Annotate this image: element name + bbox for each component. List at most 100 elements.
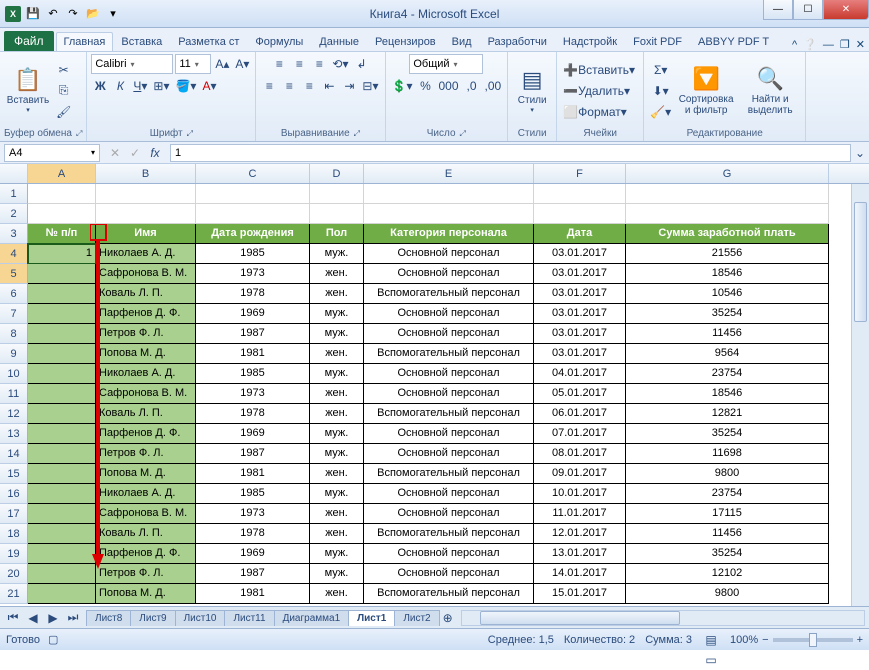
new-sheet-icon[interactable]: ⊕ [439,608,457,628]
align-center-icon[interactable]: ≡ [280,76,298,96]
sort-filter-button[interactable]: 🔽Сортировка и фильтр [675,58,737,124]
inc-indent-icon[interactable]: ⇥ [340,76,358,96]
cell[interactable] [310,184,364,204]
last-sheet-icon[interactable]: ⏭ [64,608,82,628]
row-header[interactable]: 10 [0,364,28,384]
prev-sheet-icon[interactable]: ◀ [24,608,42,628]
delete-cells-button[interactable]: ➖ Удалить ▾ [561,81,639,101]
col-header-F[interactable]: F [534,164,626,183]
row-header[interactable]: 3 [0,224,28,244]
row-header[interactable]: 12 [0,404,28,424]
cell[interactable]: Парфенов Д. Ф. [96,544,196,564]
row-header[interactable]: 11 [0,384,28,404]
cell[interactable]: жен. [310,464,364,484]
cell[interactable]: Основной персонал [364,364,534,384]
cell[interactable] [96,184,196,204]
tab-home[interactable]: Главная [56,32,114,51]
insert-cells-button[interactable]: ➕ Вставить ▾ [561,60,639,80]
fx-icon[interactable]: fx [146,143,164,163]
file-tab[interactable]: Файл [4,31,54,51]
cell[interactable]: Основной персонал [364,384,534,404]
currency-icon[interactable]: 💲▾ [390,76,415,96]
mdi-close-icon[interactable]: ✕ [856,38,865,51]
cell[interactable]: 08.01.2017 [534,444,626,464]
inc-decimal-icon[interactable]: ,0 [463,76,481,96]
macro-record-icon[interactable]: ▢ [48,633,58,646]
dialog-launcher-icon[interactable]: ⤢ [187,129,193,139]
cell[interactable]: 09.01.2017 [534,464,626,484]
cell[interactable]: Петров Ф. Л. [96,564,196,584]
cell[interactable]: 03.01.2017 [534,264,626,284]
cell[interactable]: муж. [310,544,364,564]
formula-bar[interactable]: 1 [170,144,851,162]
cell[interactable]: 1987 [196,444,310,464]
dialog-launcher-icon[interactable]: ⤢ [354,129,360,139]
align-bottom-icon[interactable]: ≡ [310,54,328,74]
cell[interactable]: Вспомогательный персонал [364,524,534,544]
cell[interactable]: 17115 [626,504,829,524]
cell[interactable]: Коваль Л. П. [96,284,196,304]
first-sheet-icon[interactable]: ⏮ [4,608,22,628]
cell[interactable]: 03.01.2017 [534,324,626,344]
cell[interactable]: Основной персонал [364,484,534,504]
cell[interactable]: муж. [310,564,364,584]
paste-button[interactable]: 📋Вставить▾ [4,58,52,124]
cell[interactable]: Николаев А. Д. [96,484,196,504]
row-header[interactable]: 17 [0,504,28,524]
autosum-icon[interactable]: Σ▾ [648,60,673,80]
cell[interactable]: 11698 [626,444,829,464]
cell[interactable]: жен. [310,584,364,604]
merge-icon[interactable]: ⊟▾ [360,76,380,96]
cell[interactable]: 1969 [196,304,310,324]
align-right-icon[interactable]: ≡ [300,76,318,96]
cell[interactable]: 12821 [626,404,829,424]
cell[interactable]: Основной персонал [364,304,534,324]
undo-icon[interactable]: ↶ [44,5,62,23]
cell[interactable]: Дата [534,224,626,244]
cell[interactable]: № п/п [28,224,96,244]
row-header[interactable]: 15 [0,464,28,484]
cell[interactable]: Парфенов Д. Ф. [96,304,196,324]
cell[interactable]: муж. [310,244,364,264]
comma-icon[interactable]: 000 [436,76,460,96]
grow-font-icon[interactable]: A▴ [213,54,231,74]
cell[interactable]: 1969 [196,424,310,444]
cell[interactable]: 1978 [196,524,310,544]
cut-icon[interactable]: ✂ [54,60,73,80]
cell[interactable]: Основной персонал [364,264,534,284]
cell[interactable]: 1981 [196,344,310,364]
border-icon[interactable]: ⊞▾ [151,76,171,96]
cell[interactable]: Сафронова В. М. [96,504,196,524]
cell[interactable]: 11.01.2017 [534,504,626,524]
align-middle-icon[interactable]: ≡ [290,54,308,74]
sheet-tab[interactable]: Лист9 [130,610,175,626]
cell[interactable]: Николаев А. Д. [96,364,196,384]
cell[interactable]: 18546 [626,264,829,284]
col-header-G[interactable]: G [626,164,829,183]
cell[interactable]: Имя [96,224,196,244]
minimize-ribbon-icon[interactable]: ^ [792,39,797,51]
cell[interactable]: 35254 [626,544,829,564]
cell[interactable] [28,304,96,324]
cell[interactable]: жен. [310,284,364,304]
cell[interactable]: Попова М. Д. [96,584,196,604]
format-cells-button[interactable]: ⬜ Формат ▾ [561,102,639,122]
cell[interactable]: Дата рождения [196,224,310,244]
cell[interactable]: 11456 [626,324,829,344]
cell[interactable] [28,264,96,284]
cell[interactable]: 21556 [626,244,829,264]
tab-layout[interactable]: Разметка ст [170,32,247,51]
cell[interactable] [96,204,196,224]
sheet-tab[interactable]: Лист1 [348,610,395,626]
tab-insert[interactable]: Вставка [113,32,170,51]
cell[interactable]: муж. [310,304,364,324]
tab-developer[interactable]: Разработчи [480,32,555,51]
cell[interactable] [364,204,534,224]
cell[interactable] [310,204,364,224]
mdi-min-icon[interactable]: — [823,39,834,51]
sheet-tab[interactable]: Лист10 [175,610,226,626]
cell[interactable]: 10.01.2017 [534,484,626,504]
redo-icon[interactable]: ↷ [64,5,82,23]
row-header[interactable]: 8 [0,324,28,344]
cell[interactable]: 1978 [196,404,310,424]
